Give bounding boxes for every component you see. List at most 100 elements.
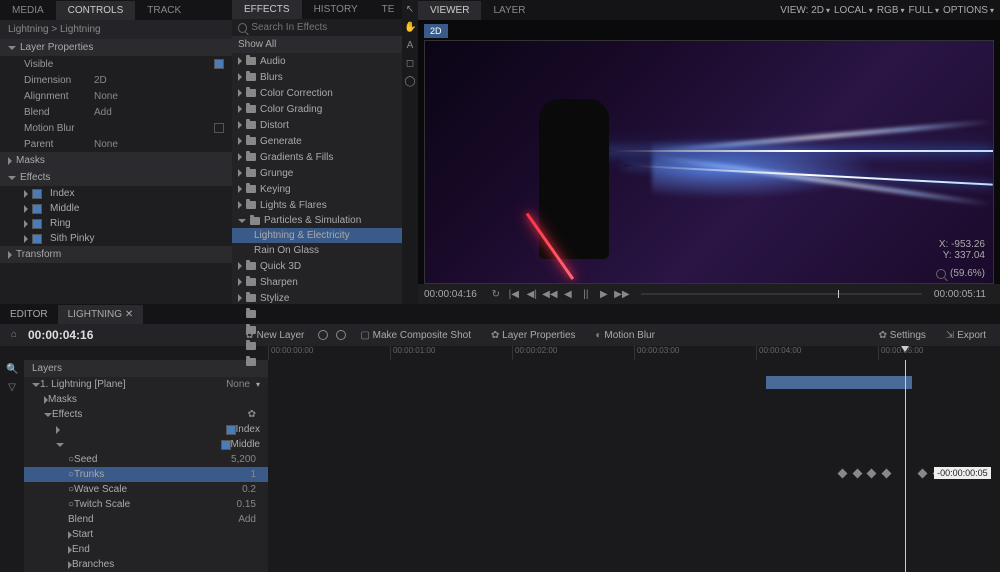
tab-te[interactable]: TE [370, 0, 407, 19]
tab-history[interactable]: HISTORY [302, 0, 370, 19]
shape-tool-icon[interactable]: ◻ [404, 58, 416, 70]
prop-blend[interactable]: BlendAdd [24, 512, 268, 527]
export-button[interactable]: ⇲ Export [940, 328, 992, 343]
local-dropdown[interactable]: LOCAL▾ [834, 5, 873, 16]
category-item[interactable]: Generate [232, 133, 402, 149]
checkbox-icon[interactable] [214, 123, 224, 133]
category-item[interactable]: Distort [232, 117, 402, 133]
play-button[interactable]: ▶ [597, 287, 611, 301]
timeline-tracks[interactable]: -00:00:00:05 [268, 360, 1000, 572]
keyframe-icon[interactable] [867, 469, 877, 479]
motion-blur-button[interactable]: ◐ Motion Blur [590, 328, 661, 343]
prop-trunks[interactable]: ○ Trunks1 [24, 467, 268, 482]
prop-end[interactable]: End [24, 542, 268, 557]
category-item[interactable]: Sharpen [232, 274, 402, 290]
prop-dimension[interactable]: Dimension2D [0, 72, 232, 88]
prop-visible[interactable]: Visible [0, 56, 232, 72]
effects-header[interactable]: Effects [0, 169, 232, 186]
loop-button[interactable]: ↻ [489, 287, 503, 301]
tab-media[interactable]: MEDIA [0, 1, 56, 20]
checkbox-icon[interactable] [214, 59, 224, 69]
make-composite-button[interactable]: ▢ Make Composite Shot [354, 328, 477, 343]
keyframe-icon[interactable] [881, 469, 891, 479]
view-mode-dropdown[interactable]: VIEW: 2D▾ [780, 5, 830, 16]
layer-properties-header[interactable]: Layer Properties [0, 39, 232, 56]
clip-lightning[interactable] [766, 376, 912, 389]
layer-lightning-plane[interactable]: 1. Lightning [Plane]None▾ [24, 377, 268, 392]
viewer-canvas[interactable]: X: -953.26Y: 337.04 (59.6%) [424, 40, 994, 284]
checkbox-icon[interactable] [226, 425, 236, 435]
tab-viewer[interactable]: VIEWER [418, 1, 481, 20]
category-item[interactable]: Quick 3D [232, 258, 402, 274]
keyframe-icon[interactable] [838, 469, 848, 479]
category-item[interactable]: Audio [232, 53, 402, 69]
viewer-2d-badge[interactable]: 2D [424, 24, 448, 38]
effect-lightning-electricity[interactable]: Lightning & Electricity [232, 228, 402, 243]
prop-parent[interactable]: ParentNone [0, 136, 232, 152]
layer-properties-button[interactable]: ✿ Layer Properties [485, 328, 582, 343]
effect-middle[interactable]: Middle [16, 201, 232, 216]
layer-middle[interactable]: Middle [24, 437, 268, 452]
category-particles[interactable]: Particles & Simulation [232, 213, 402, 228]
next-button[interactable]: ▶▶ [615, 287, 629, 301]
prop-motion-blur[interactable]: Motion Blur [0, 120, 232, 136]
play-back-button[interactable]: ◀ [561, 287, 575, 301]
hand-tool-icon[interactable]: ✋ [404, 22, 416, 34]
checkbox-icon[interactable] [32, 234, 42, 244]
effect-sith-pinky[interactable]: Sith Pinky [16, 231, 232, 246]
category-item[interactable]: Blurs [232, 69, 402, 85]
tab-track[interactable]: TRACK [135, 1, 193, 20]
go-start-button[interactable]: |◀ [507, 287, 521, 301]
prev-button[interactable]: ◀◀ [543, 287, 557, 301]
pause-button[interactable]: || [579, 287, 593, 301]
layer-masks[interactable]: Masks [24, 392, 268, 407]
category-item[interactable]: Color Correction [232, 85, 402, 101]
tab-layer[interactable]: LAYER [481, 1, 537, 20]
timeline-ruler[interactable]: 00:00:00:00 00:00:01:00 00:00:02:00 00:0… [0, 346, 1000, 360]
layer-effects[interactable]: Effects✿ [24, 407, 268, 422]
category-item[interactable]: Gradients & Fills [232, 149, 402, 165]
prop-wave-scale[interactable]: ○ Wave Scale0.2 [24, 482, 268, 497]
checkbox-icon[interactable] [221, 440, 231, 450]
filter-icon[interactable]: ▽ [6, 382, 18, 394]
pointer-tool-icon[interactable]: ↖ [404, 4, 416, 16]
scrubber[interactable] [641, 293, 922, 295]
effect-rain-on-glass[interactable]: Rain On Glass [232, 243, 402, 258]
keyframe-icon[interactable] [918, 469, 928, 479]
masks-header[interactable]: Masks [0, 152, 232, 169]
circle-icon[interactable] [318, 330, 328, 340]
category-item[interactable]: Keying [232, 181, 402, 197]
full-dropdown[interactable]: FULL▾ [909, 5, 939, 16]
keyframe-icon[interactable] [852, 469, 862, 479]
playhead[interactable] [905, 360, 906, 572]
prop-blend[interactable]: BlendAdd [0, 104, 232, 120]
effect-index[interactable]: Index [16, 186, 232, 201]
search-icon[interactable]: 🔍 [6, 364, 18, 376]
mask-tool-icon[interactable]: ◯ [404, 76, 416, 88]
timeline-timecode[interactable]: 00:00:04:16 [28, 328, 93, 342]
options-dropdown[interactable]: OPTIONS▾ [943, 5, 994, 16]
effect-ring[interactable]: Ring [16, 216, 232, 231]
prop-start[interactable]: Start [24, 527, 268, 542]
text-tool-icon[interactable]: A [404, 40, 416, 52]
tab-lightning[interactable]: LIGHTNING ✕ [58, 305, 144, 324]
prev-frame-button[interactable]: ◀| [525, 287, 539, 301]
circle-icon[interactable] [336, 330, 346, 340]
category-item[interactable]: Grunge [232, 165, 402, 181]
transform-header[interactable]: Transform [0, 246, 232, 263]
settings-button[interactable]: ✿ Settings [873, 328, 932, 343]
rgb-dropdown[interactable]: RGB▾ [877, 5, 905, 16]
category-item[interactable]: Color Grading [232, 101, 402, 117]
checkbox-icon[interactable] [32, 204, 42, 214]
category-item[interactable]: Lights & Flares [232, 197, 402, 213]
prop-seed[interactable]: ○ Seed5,200 [24, 452, 268, 467]
prop-alignment[interactable]: AlignmentNone [0, 88, 232, 104]
tab-editor[interactable]: EDITOR [0, 305, 58, 324]
layer-index[interactable]: Index [24, 422, 268, 437]
checkbox-icon[interactable] [32, 189, 42, 199]
tab-effects[interactable]: EFFECTS [232, 0, 302, 19]
home-icon[interactable]: ⌂ [8, 329, 20, 341]
zoom-readout[interactable]: (59.6%) [936, 268, 985, 279]
prop-branches[interactable]: Branches [24, 557, 268, 572]
tab-controls[interactable]: CONTROLS [56, 1, 136, 20]
